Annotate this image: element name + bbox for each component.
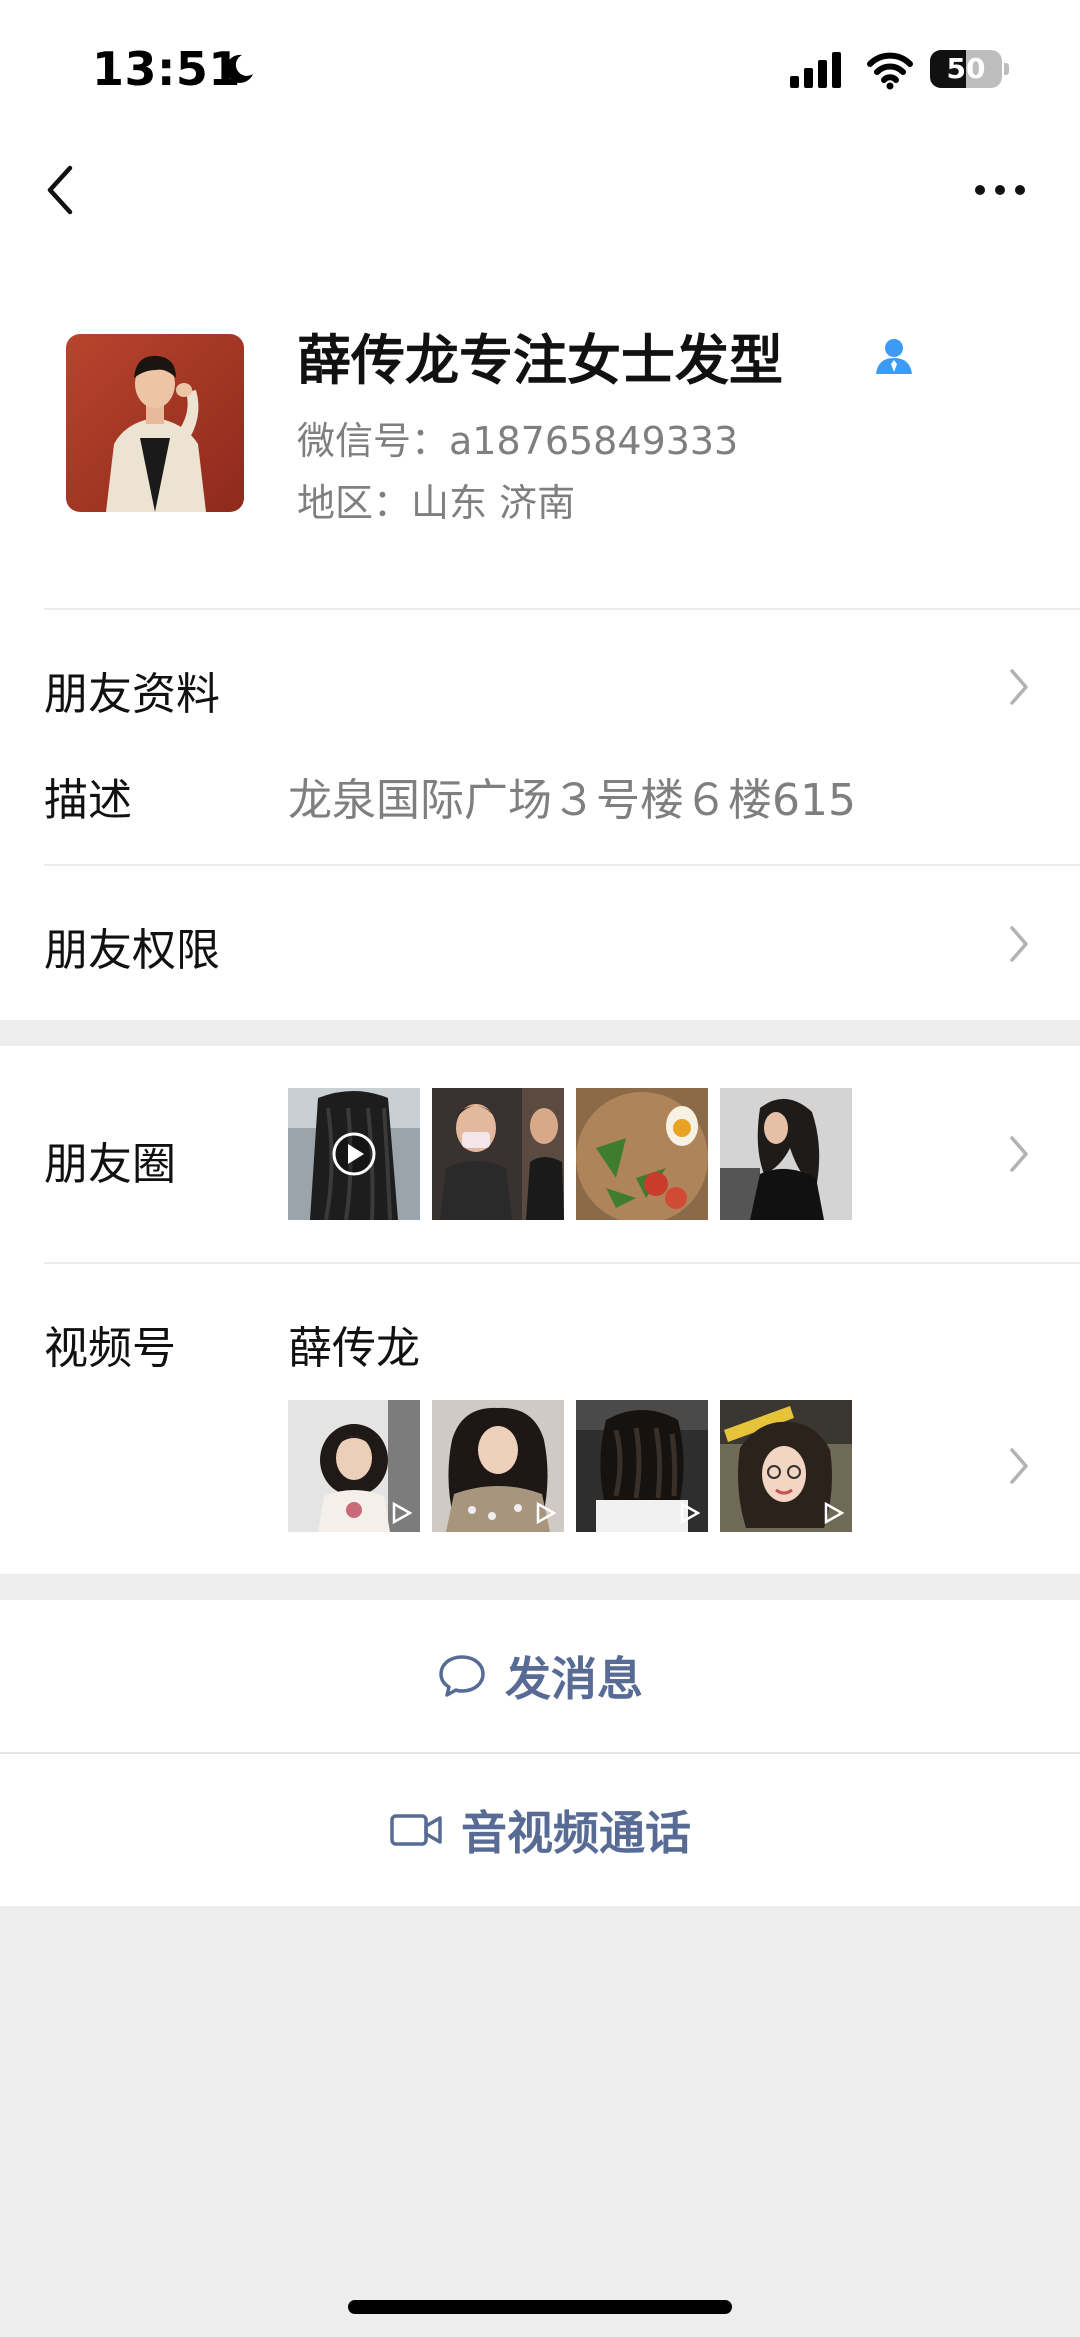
moments-thumbnail[interactable] <box>432 1088 564 1220</box>
moments-thumbnail[interactable] <box>720 1088 852 1220</box>
signal-icon <box>790 52 841 88</box>
channels-video-thumbnail[interactable] <box>576 1400 708 1532</box>
friend-permissions-label[interactable]: 朋友权限 <box>44 914 220 978</box>
battery-icon: 50 <box>930 50 1010 90</box>
description-label: 描述 <box>44 775 132 826</box>
moments-label[interactable]: 朋友圈 <box>44 1128 176 1192</box>
description-value: 龙泉国际广场３号楼６楼615 <box>288 775 856 826</box>
status-time: 13:51 <box>92 42 241 96</box>
send-message-label: 发消息 <box>505 1652 643 1706</box>
video-camera-icon <box>390 1814 442 1846</box>
more-dots-icon[interactable] <box>970 170 1030 210</box>
play-icon <box>824 1502 844 1524</box>
play-icon <box>536 1502 556 1524</box>
play-icon <box>680 1502 700 1524</box>
contact-person-icon <box>876 339 912 374</box>
back-chevron-icon[interactable] <box>40 160 80 220</box>
channels-video-thumbnail[interactable] <box>288 1400 420 1532</box>
voice-video-call-button[interactable]: 音视频通话 <box>0 1754 1080 1906</box>
region: 地区：山东 济南 <box>297 481 576 525</box>
chevron-right-icon[interactable] <box>1006 1444 1032 1488</box>
profile-name: 薛传龙专注女士发型 <box>297 329 783 392</box>
battery-level: 50 <box>946 52 986 85</box>
nav-bar <box>0 130 1080 250</box>
wifi-icon <box>867 52 913 90</box>
chat-bubble-icon <box>439 1655 485 1697</box>
channels-video-thumbnail[interactable] <box>432 1400 564 1532</box>
friend-info-label[interactable]: 朋友资料 <box>44 658 220 722</box>
divider <box>44 608 1080 610</box>
moments-thumbnail[interactable] <box>288 1088 420 1220</box>
moments-thumbnail[interactable] <box>576 1088 708 1220</box>
channels-label[interactable]: 视频号 <box>44 1312 176 1376</box>
divider <box>44 864 1080 866</box>
moon-icon <box>225 54 253 83</box>
channels-video-thumbnail[interactable] <box>720 1400 852 1532</box>
chevron-right-icon[interactable] <box>1006 1132 1032 1176</box>
play-icon <box>392 1502 412 1524</box>
divider <box>44 1262 1080 1264</box>
chevron-right-icon <box>1010 669 1028 705</box>
voice-video-call-label: 音视频通话 <box>461 1806 691 1860</box>
chevron-right-icon <box>1010 926 1028 962</box>
channels-name: 薛传龙 <box>288 1323 420 1374</box>
send-message-button[interactable]: 发消息 <box>0 1600 1080 1752</box>
home-indicator[interactable] <box>348 2300 732 2314</box>
wechat-id: 微信号：a18765849333 <box>297 419 739 463</box>
avatar[interactable] <box>66 334 244 512</box>
